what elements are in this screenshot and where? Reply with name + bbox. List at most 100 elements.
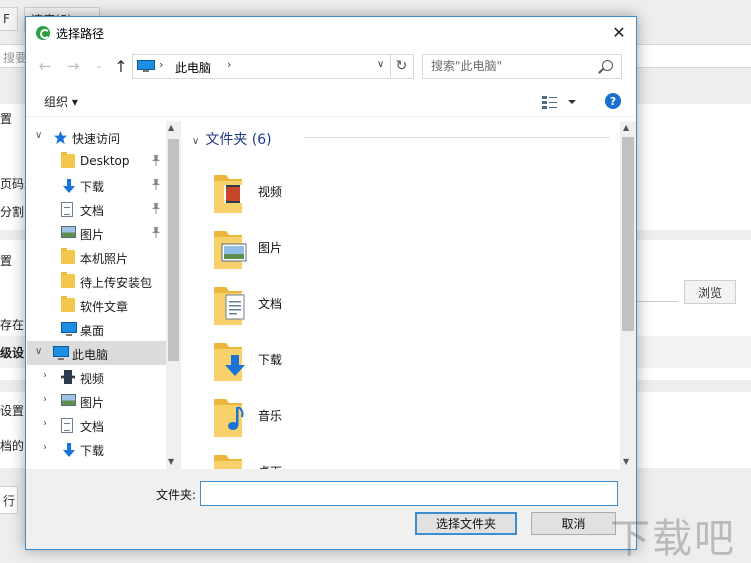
bg-card3-line: 档的	[0, 439, 25, 453]
group-header[interactable]: ∨ 文件夹 (6)	[192, 129, 272, 149]
tree-item-label: 待上传安装包	[80, 276, 153, 290]
dialog-title: 选择路径	[56, 27, 105, 41]
back-arrow-icon[interactable]: ←	[34, 55, 56, 77]
forward-arrow-icon[interactable]: →	[62, 55, 84, 77]
download-icon	[61, 442, 77, 461]
chevron-down-icon[interactable]: ∨	[192, 136, 199, 147]
address-bar[interactable]: › 此电脑 › ∨	[132, 54, 414, 79]
search-icon[interactable]	[602, 60, 613, 71]
scroll-down-arrow-icon[interactable]: ▼	[623, 457, 629, 466]
tree-item[interactable]: 待上传安装包	[27, 269, 181, 293]
folder-item-label: 图片	[258, 241, 283, 255]
up-arrow-icon[interactable]: ↑	[110, 55, 132, 77]
video-icon	[224, 181, 248, 205]
search-box[interactable]	[422, 54, 622, 79]
breadcrumb-separator[interactable]: ›	[227, 58, 231, 71]
tree-item-label: 文档	[80, 420, 105, 434]
chevron-right-icon[interactable]: ›	[43, 418, 47, 429]
tree-item[interactable]: ∨ 快速访问	[27, 125, 181, 149]
group-divider	[304, 137, 610, 138]
folder-item[interactable]: 文档	[210, 277, 510, 327]
recent-dropdown-icon[interactable]: ⌄	[88, 55, 110, 77]
pin-icon[interactable]	[151, 226, 161, 238]
bg-card1-line: 分割	[0, 205, 25, 219]
tree-item[interactable]: 文档	[27, 197, 181, 221]
bg-browse-button[interactable]: 浏览	[684, 280, 736, 304]
document-icon	[61, 202, 73, 217]
help-icon[interactable]: ?	[605, 93, 621, 109]
app-logo-icon	[36, 26, 50, 40]
close-button[interactable]: ✕	[602, 17, 636, 47]
content-scroll-thumb[interactable]	[622, 137, 634, 331]
document-icon	[61, 418, 73, 433]
folder-item[interactable]: 桌面	[210, 445, 510, 469]
chevron-down-icon[interactable]: ∨	[35, 130, 42, 141]
tree-item[interactable]: 下载	[27, 173, 181, 197]
folder-item[interactable]: 视频	[210, 165, 510, 215]
folder-item-label: 音乐	[258, 409, 283, 423]
chevron-down-icon[interactable]: ∨	[377, 59, 384, 70]
folder-name-input[interactable]	[200, 481, 618, 506]
tree-item-label: 本机照片	[80, 252, 129, 266]
refresh-icon[interactable]: ↻	[390, 54, 412, 77]
tree-item-label: 下载	[80, 180, 105, 194]
tree-item[interactable]: 软件文章	[27, 293, 181, 317]
content-scrollbar[interactable]: ▲ ▼	[620, 121, 636, 469]
folder-icon	[61, 296, 75, 312]
bg-run-button[interactable]: 行	[0, 486, 18, 514]
download-icon	[61, 178, 77, 197]
tree-scrollbar[interactable]: ▲ ▼	[166, 121, 181, 469]
chevron-right-icon[interactable]: ›	[43, 370, 47, 381]
tree-item[interactable]: 桌面	[27, 317, 181, 341]
tree-item[interactable]: 图片	[27, 221, 181, 245]
picture-icon	[224, 237, 248, 261]
folder-item[interactable]: 下载	[210, 333, 510, 383]
dialog-titlebar[interactable]: 选择路径 ✕	[26, 17, 636, 47]
bg-card2-line: 置	[0, 254, 13, 268]
tree-item[interactable]: 本机照片	[27, 245, 181, 269]
tree-item-label: Desktop	[80, 154, 130, 168]
view-options-icon[interactable]	[541, 94, 579, 110]
search-input[interactable]	[423, 55, 593, 77]
tree-item-label: 软件文章	[80, 300, 129, 314]
folder-item[interactable]: 音乐	[210, 389, 510, 439]
chevron-down-icon[interactable]: ∨	[35, 346, 42, 357]
scroll-up-arrow-icon[interactable]: ▲	[168, 123, 174, 132]
cancel-button[interactable]: 取消	[531, 512, 616, 535]
folder-item-label: 视频	[258, 185, 283, 199]
breadcrumb-this-pc[interactable]: 此电脑	[175, 59, 211, 76]
tree-item[interactable]: ∨ 此电脑	[27, 341, 181, 365]
organize-menu[interactable]: 组织 ▾	[44, 93, 78, 110]
bg-path-input[interactable]	[636, 280, 678, 302]
scroll-up-arrow-icon[interactable]: ▲	[623, 123, 629, 132]
chevron-right-icon[interactable]: ›	[43, 442, 47, 453]
tree-item[interactable]: › 图片	[27, 389, 181, 413]
tree-item-label: 视频	[80, 372, 105, 386]
watermark-logo: 下载吧	[610, 516, 736, 562]
tree-item[interactable]: › 文档	[27, 413, 181, 437]
tree-item-label: 快速访问	[72, 132, 121, 146]
bg-toolbar-button[interactable]: F	[0, 7, 18, 31]
tree-item-label: 此电脑	[72, 348, 109, 362]
bg-card1-line: 置	[0, 112, 13, 126]
folder-icon	[61, 272, 75, 288]
scroll-down-arrow-icon[interactable]: ▼	[168, 457, 174, 466]
folder-content-pane: ∨ 文件夹 (6) 视频图片文档下载音乐桌面	[184, 121, 620, 469]
command-toolbar: 组织 ▾ ?	[26, 85, 636, 117]
dialog-footer: 文件夹: 选择文件夹 取消	[26, 469, 636, 549]
tree-scroll-thumb[interactable]	[168, 139, 179, 361]
tree-item[interactable]: › 视频	[27, 365, 181, 389]
download-icon	[224, 349, 248, 373]
star-icon	[53, 130, 68, 148]
tree-item-label: 图片	[80, 228, 105, 242]
pin-icon[interactable]	[151, 154, 161, 166]
breadcrumb-separator[interactable]: ›	[159, 58, 163, 71]
chevron-right-icon[interactable]: ›	[43, 394, 47, 405]
tree-item[interactable]: Desktop	[27, 149, 181, 173]
select-folder-button[interactable]: 选择文件夹	[415, 512, 517, 535]
folder-item[interactable]: 图片	[210, 221, 510, 271]
group-header-label: 文件夹 (6)	[205, 132, 272, 148]
tree-item[interactable]: › 下载	[27, 437, 181, 461]
pin-icon[interactable]	[151, 202, 161, 214]
pin-icon[interactable]	[151, 178, 161, 190]
